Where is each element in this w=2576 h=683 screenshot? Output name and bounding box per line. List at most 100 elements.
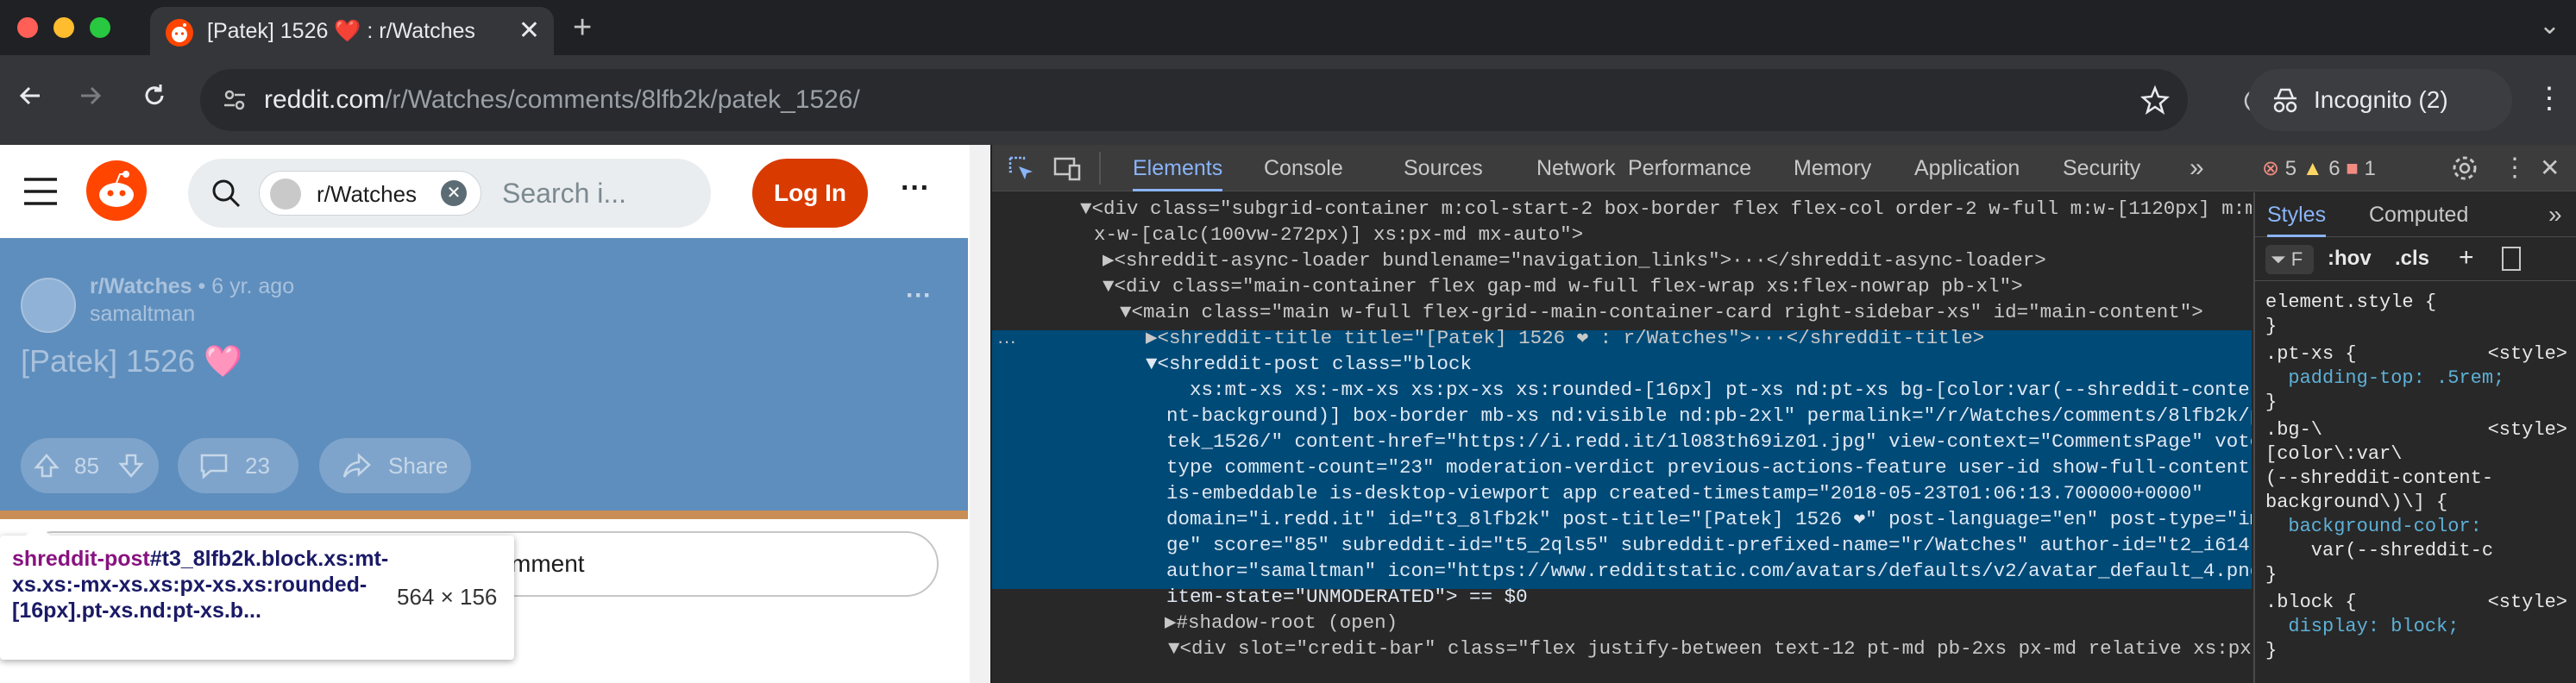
subreddit-filter-chip[interactable]: r/Watches ✕ (259, 171, 481, 216)
comment-count: 23 (245, 453, 270, 479)
style-rule-line[interactable]: var(--shreddit-c (2265, 539, 2493, 563)
incognito-indicator[interactable]: Incognito (2) (2248, 69, 2512, 131)
new-tab-button[interactable]: + (573, 9, 592, 47)
dom-node-line-selected[interactable]: is-embeddable is-desktop-viewport app cr… (1166, 480, 2252, 506)
dom-node-line[interactable]: ▼<div class="main-container flex gap-md … (1103, 273, 2252, 299)
style-rule-line[interactable]: } (2265, 391, 2277, 415)
elements-tree[interactable]: ··· ▼<div class="subgrid-container m:col… (992, 192, 2252, 683)
dom-node-line[interactable]: ▼<div slot="credit-bar" class="flex just… (1168, 636, 2252, 661)
new-rule-icon[interactable]: + (2459, 243, 2474, 273)
tab-console[interactable]: Console (1264, 145, 1343, 191)
browser-menu-icon[interactable]: ⋮ (2535, 81, 2564, 116)
subreddit-avatar (270, 179, 301, 210)
search-bar[interactable]: r/Watches ✕ Search i... (188, 159, 711, 228)
dom-node-line-selected[interactable]: ge" score="85" subreddit-id="t5_2qls5" s… (1166, 532, 2252, 558)
site-settings-icon[interactable] (221, 86, 248, 118)
chevron-down-icon[interactable]: ⌄ (2539, 5, 2560, 47)
dom-node-line-selected[interactable]: ▼<shreddit-post class="block (1146, 351, 2252, 377)
styles-tab-bar: Styles Computed » (2255, 192, 2576, 237)
style-source-link[interactable]: <style> (2488, 342, 2567, 367)
page-scrollbar[interactable] (970, 145, 990, 683)
tab-security[interactable]: Security (2063, 145, 2140, 191)
dom-node-line-selected[interactable]: xs:mt-xs xs:-mx-xs xs:px-xs xs:rounded-[… (1166, 377, 2252, 403)
dom-node-line-selected[interactable]: type comment-count="23" moderation-verdi… (1166, 454, 2252, 480)
tab-styles[interactable]: Styles (2267, 192, 2327, 237)
style-source-link[interactable]: <style> (2488, 418, 2567, 442)
inspect-element-icon[interactable] (1008, 155, 1035, 187)
forward-arrow-icon[interactable] (76, 81, 105, 117)
close-devtools-icon[interactable]: ✕ (2540, 152, 2560, 185)
post-author[interactable]: samaltman (90, 302, 195, 327)
comments-button[interactable]: 23 (178, 438, 298, 493)
clear-chip-icon[interactable]: ✕ (441, 180, 467, 206)
device-toolbar-icon[interactable] (1052, 155, 1082, 187)
tab-network[interactable]: Network (1536, 145, 1616, 191)
style-rule-line[interactable]: } (2265, 639, 2277, 663)
address-bar[interactable]: reddit.com/r/Watches/comments/8lfb2k/pat… (200, 69, 2188, 131)
tab-sources[interactable]: Sources (1404, 145, 1483, 191)
styles-filter-bar: ⏷ F :hov .cls + (2255, 238, 2576, 281)
more-tabs-icon[interactable]: » (2190, 145, 2204, 191)
more-options-icon[interactable]: ··· (901, 171, 930, 205)
browser-tab[interactable]: [Patek] 1526 ❤️ : r/Watches ✕ (150, 7, 554, 55)
post-card[interactable]: r/Watches • 6 yr. ago samaltman ··· [Pat… (0, 238, 968, 519)
back-arrow-icon[interactable] (16, 81, 45, 117)
dom-node-line[interactable]: ▶<shreddit-async-loader bundlename="navi… (1103, 248, 2252, 273)
element-state-icon[interactable] (2502, 247, 2521, 271)
style-rule-line[interactable]: element.style { (2265, 291, 2436, 315)
dom-node-line[interactable]: ▼<div class="subgrid-container m:col-sta… (1080, 196, 2252, 222)
reload-icon[interactable] (140, 81, 169, 117)
issue-counters[interactable]: ⊗ 5 ▲ 6 ■ 1 (2262, 157, 2376, 181)
dom-node-line[interactable]: ▼<main class="main w-full flex-grid--mai… (1120, 299, 2252, 325)
highlight-margin (0, 511, 968, 519)
style-rule-line[interactable]: padding-top: .5rem; (2265, 367, 2504, 391)
tab-performance[interactable]: Performance (1628, 145, 1751, 191)
dom-node-line[interactable]: ▶#shadow-root (open) (1165, 610, 2252, 636)
tab-elements[interactable]: Elements (1133, 145, 1223, 191)
login-button[interactable]: Log In (752, 159, 868, 228)
close-icon[interactable]: ✕ (518, 14, 540, 48)
hover-state-toggle[interactable]: :hov (2328, 247, 2372, 271)
filter-input[interactable]: ⏷ F (2265, 245, 2314, 274)
upvote-icon[interactable] (33, 452, 60, 484)
style-rule-line[interactable]: background-color: (2265, 515, 2481, 539)
tab-computed[interactable]: Computed (2369, 192, 2468, 237)
dom-node-line-selected[interactable]: tek_1526/" content-href="https://i.redd.… (1166, 429, 2252, 454)
style-rule-line[interactable]: [color\:var\ (2265, 442, 2402, 467)
hamburger-menu-icon[interactable] (22, 176, 59, 211)
style-source-link[interactable]: <style> (2488, 591, 2567, 615)
class-toggle[interactable]: .cls (2395, 247, 2429, 271)
style-rule-line[interactable]: .pt-xs { (2265, 342, 2357, 367)
tab-memory[interactable]: Memory (1794, 145, 1871, 191)
node-actions-icon[interactable]: ··· (997, 330, 1016, 353)
dom-node-line-selected[interactable]: domain="i.redd.it" id="t3_8lfb2k" post-t… (1166, 506, 2252, 532)
dom-node-line-selected[interactable]: nt-background)] box-border mb-xs nd:visi… (1166, 403, 2252, 429)
reddit-logo[interactable] (86, 160, 147, 221)
dom-node-line[interactable]: x-w-[calc(100vw-272px)] xs:px-md mx-auto… (1094, 222, 2252, 248)
style-rule-line[interactable]: .bg-\ (2265, 418, 2322, 442)
minimize-window-button[interactable] (53, 17, 74, 38)
post-subreddit[interactable]: r/Watches (90, 274, 192, 298)
bookmark-star-icon[interactable] (2139, 85, 2171, 120)
devtools-tab-bar: Elements Console Sources Network Perform… (992, 145, 2576, 191)
style-rule-line[interactable]: display: block; (2265, 615, 2459, 639)
settings-gear-icon[interactable] (2450, 154, 2479, 187)
style-rule-line[interactable]: } (2265, 563, 2277, 587)
style-rule-line[interactable]: (--shreddit-content- (2265, 467, 2493, 491)
close-window-button[interactable] (17, 17, 38, 38)
post-overflow-icon[interactable]: ··· (906, 281, 932, 310)
tab-application[interactable]: Application (1914, 145, 2020, 191)
dom-node-line-selected[interactable]: author="samaltman" icon="https://www.red… (1166, 558, 2252, 584)
dom-node-line-selected[interactable]: item-state="UNMODERATED"> == $0 (1166, 584, 2252, 610)
search-input[interactable]: Search i... (502, 178, 626, 209)
style-rule-line[interactable]: .block { (2265, 591, 2357, 615)
style-rule-line[interactable]: } (2265, 315, 2277, 339)
downvote-icon[interactable] (117, 452, 145, 484)
style-rule-line[interactable]: background\)\] { (2265, 491, 2447, 515)
dom-node-line[interactable]: ▶<shreddit-title title="[Patek] 1526 ❤ :… (1146, 325, 2252, 351)
share-button[interactable]: Share (319, 438, 471, 493)
subreddit-avatar[interactable] (21, 278, 76, 333)
customize-menu-icon[interactable]: ⋮ (2502, 152, 2528, 185)
more-panes-icon[interactable]: » (2548, 192, 2562, 237)
maximize-window-button[interactable] (90, 17, 110, 38)
